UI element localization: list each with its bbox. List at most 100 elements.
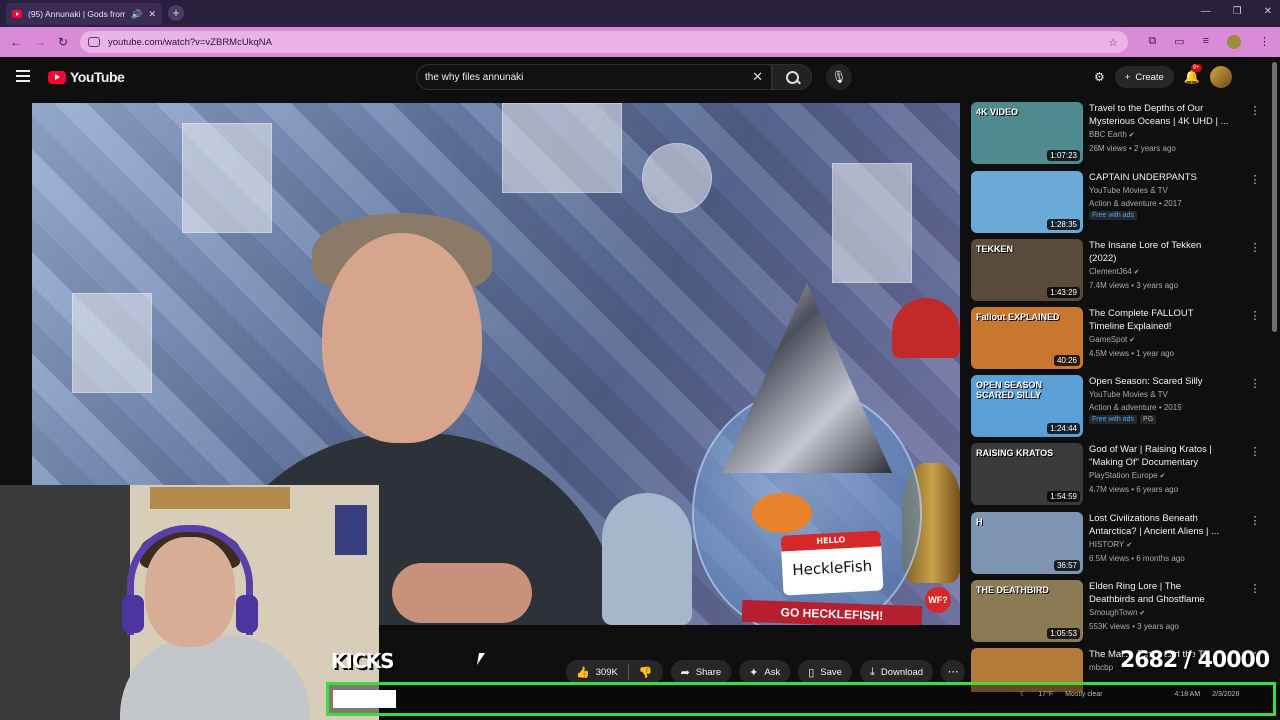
more-options-icon[interactable]: ⋮ — [1249, 309, 1261, 322]
search-button[interactable] — [772, 64, 812, 90]
like-button[interactable]: 👍 309K — [566, 660, 628, 684]
more-options-icon[interactable]: ⋮ — [1249, 173, 1261, 186]
recommendation-thumbnail[interactable]: RAISING KRATOS 1:54:59 — [971, 443, 1083, 505]
like-dislike-group: 👍 309K 👎 — [566, 660, 663, 684]
extensions-icon[interactable]: ⧉ — [1148, 35, 1156, 49]
recommendation-thumbnail[interactable]: TEKKEN 1:43:29 — [971, 239, 1083, 301]
recommendation-title[interactable]: Travel to the Depths of Our Mysterious O… — [1089, 102, 1229, 128]
create-button[interactable]: + Create — [1114, 66, 1174, 88]
close-tab-icon[interactable]: ✕ — [148, 9, 156, 20]
recommendation-meta: God of War | Raising Kratos | "Making Of… — [1089, 443, 1229, 507]
recommendation-thumbnail[interactable]: THE DEATHBIRD 1:05:53 — [971, 580, 1083, 642]
cast-icon[interactable]: ▭ — [1174, 35, 1184, 49]
recommendation-thumbnail[interactable]: 4K VIDEO 1:07:23 — [971, 102, 1083, 164]
badge: Free with ads — [1089, 211, 1138, 220]
browser-tab[interactable]: (95) Annunaki | Gods from O... 🔊 ✕ — [6, 3, 162, 25]
recommendation-title[interactable]: Lost Civilizations Beneath Antarctica? |… — [1089, 512, 1229, 538]
share-button[interactable]: ➦ Share — [670, 660, 732, 684]
recommendation-channel[interactable]: GameSpot ✔ — [1089, 333, 1229, 347]
ask-button[interactable]: ✦ Ask — [739, 660, 791, 684]
forward-arrow-icon[interactable]: → — [34, 35, 46, 49]
site-info-icon[interactable] — [88, 37, 100, 47]
more-options-icon[interactable]: ⋮ — [1249, 241, 1261, 254]
recommendation-title[interactable]: God of War | Raising Kratos | "Making Of… — [1089, 443, 1229, 469]
more-options-icon[interactable]: ⋮ — [1249, 445, 1261, 458]
url-text[interactable]: youtube.com/watch?v=vZBRMcUkqNA — [108, 37, 272, 48]
voice-search-icon[interactable]: 🎙 — [826, 64, 852, 90]
goal-progress-fill — [333, 690, 396, 708]
recommendation-item[interactable]: THE DEATHBIRD 1:05:53 Elden Ring Lore | Th… — [971, 580, 1261, 644]
channel-name[interactable]: BBC Earth — [1089, 130, 1127, 139]
channel-name[interactable]: YouTube Movies & TV — [1089, 390, 1168, 399]
clear-search-icon[interactable]: ✕ — [752, 69, 763, 85]
extension-buttons: ⧉ ▭ ≡ ⋮ — [1148, 35, 1270, 49]
search-input[interactable]: the why files annunaki ✕ — [416, 64, 772, 90]
save-button[interactable]: ▯ Save — [798, 660, 852, 684]
ask-label: Ask — [764, 666, 781, 678]
recommendation-item[interactable]: RAISING KRATOS 1:54:59 God of War | Raisin… — [971, 443, 1261, 507]
download-button[interactable]: ⤓ Download — [859, 660, 934, 684]
recommendation-item[interactable]: 1:28:35 CAPTAIN UNDERPANTS YouTube Movies … — [971, 171, 1261, 235]
reload-icon[interactable]: ↻ — [58, 35, 68, 49]
recommendation-item[interactable]: Fallout EXPLAINED 40:26 The Complete FALLO… — [971, 307, 1261, 371]
recommendation-title[interactable]: The Insane Lore of Tekken (2022) — [1089, 239, 1229, 265]
more-options-icon[interactable]: ⋮ — [1249, 104, 1261, 117]
channel-watermark[interactable]: WF? — [925, 587, 951, 613]
recommendation-item[interactable]: TEKKEN 1:43:29 The Insane Lore of Tekken (… — [971, 239, 1261, 303]
recommendation-channel[interactable]: BBC Earth ✔ — [1089, 128, 1229, 142]
recommendation-item[interactable]: H 36:57 Lost Civilizations Beneath Antarct… — [971, 512, 1261, 576]
recommendation-channel[interactable]: ClementJ64 ✔ — [1089, 265, 1229, 279]
speaker-icon[interactable]: 🔊 — [131, 9, 142, 20]
channel-name[interactable]: ClementJ64 — [1089, 267, 1132, 276]
notifications-bell-icon[interactable]: 🔔 9+ — [1184, 64, 1202, 85]
cast-settings-icon[interactable]: ⚙ — [1094, 70, 1105, 84]
back-arrow-icon[interactable]: ← — [10, 35, 22, 49]
close-window-button[interactable]: ✕ — [1264, 6, 1272, 17]
recommendation-thumbnail[interactable]: 1:28:35 — [971, 171, 1083, 233]
dislike-button[interactable]: 👎 — [629, 660, 663, 684]
recommendation-title[interactable]: Elden Ring Lore | The Deathbirds and Gho… — [1089, 580, 1229, 606]
recommendation-title[interactable]: CAPTAIN UNDERPANTS — [1089, 171, 1229, 184]
address-bar[interactable]: youtube.com/watch?v=vZBRMcUkqNA ☆ — [80, 31, 1128, 53]
account-avatar[interactable] — [1210, 66, 1233, 88]
recommendation-title[interactable]: The Complete FALLOUT Timeline Explained! — [1089, 307, 1229, 333]
youtube-logo-text: YouTube — [70, 69, 125, 85]
channel-name[interactable]: HISTORY — [1089, 540, 1124, 549]
channel-name[interactable]: PlayStation Europe — [1089, 471, 1158, 480]
recommendation-item[interactable]: 4K VIDEO 1:07:23 Travel to the Depths of O… — [971, 102, 1261, 166]
recommendation-badges: Free with ads PG — [1089, 415, 1229, 424]
channel-name[interactable]: SmoughTown — [1089, 608, 1137, 617]
youtube-header: YouTube the why files annunaki ✕ 🎙 ⚙ + C… — [0, 57, 1280, 97]
channel-name[interactable]: GameSpot — [1089, 335, 1127, 344]
recommendation-channel[interactable]: YouTube Movies & TV — [1089, 388, 1229, 401]
recommendation-channel[interactable]: HISTORY ✔ — [1089, 538, 1229, 552]
browser-profile-avatar[interactable] — [1227, 35, 1241, 49]
download-label: Download — [880, 666, 924, 678]
more-options-icon[interactable]: ⋮ — [1249, 377, 1261, 390]
menu-icon[interactable] — [16, 70, 30, 82]
channel-name[interactable]: YouTube Movies & TV — [1089, 186, 1168, 195]
recommendation-channel[interactable]: YouTube Movies & TV — [1089, 184, 1229, 197]
maximize-button[interactable]: ❐ — [1233, 6, 1242, 17]
browser-menu-icon[interactable]: ⋮ — [1259, 35, 1270, 49]
page-scrollbar[interactable] — [1272, 62, 1277, 332]
recommendation-channel[interactable]: SmoughTown ✔ — [1089, 606, 1229, 620]
channel-name[interactable]: mbcbp — [1089, 663, 1113, 672]
new-tab-button[interactable]: + — [168, 5, 184, 21]
bookmark-star-icon[interactable]: ☆ — [1108, 36, 1118, 49]
recommendation-channel[interactable]: PlayStation Europe ✔ — [1089, 469, 1229, 483]
recommendation-thumbnail[interactable]: Fallout EXPLAINED 40:26 — [971, 307, 1083, 369]
recommendation-item[interactable]: OPEN SEASON SCARED SILLY 1:24:44 Open Seas… — [971, 375, 1261, 439]
more-options-icon[interactable]: ⋮ — [1249, 514, 1261, 527]
minimize-button[interactable]: — — [1201, 6, 1211, 17]
weather-icon[interactable]: ☾ — [1020, 690, 1026, 698]
recommendation-title[interactable]: Open Season: Scared Silly — [1089, 375, 1229, 388]
recommendation-thumbnail[interactable]: H 36:57 — [971, 512, 1083, 574]
verified-icon: ✔ — [1137, 610, 1146, 617]
more-options-icon[interactable]: ⋮ — [1249, 582, 1261, 595]
more-actions-icon[interactable]: ⋯ — [941, 660, 966, 684]
recommendation-thumbnail[interactable]: OPEN SEASON SCARED SILLY 1:24:44 — [971, 375, 1083, 437]
youtube-logo[interactable]: YouTube — [48, 69, 125, 85]
reading-list-icon[interactable]: ≡ — [1203, 35, 1209, 49]
search-query[interactable]: the why files annunaki — [425, 72, 523, 83]
